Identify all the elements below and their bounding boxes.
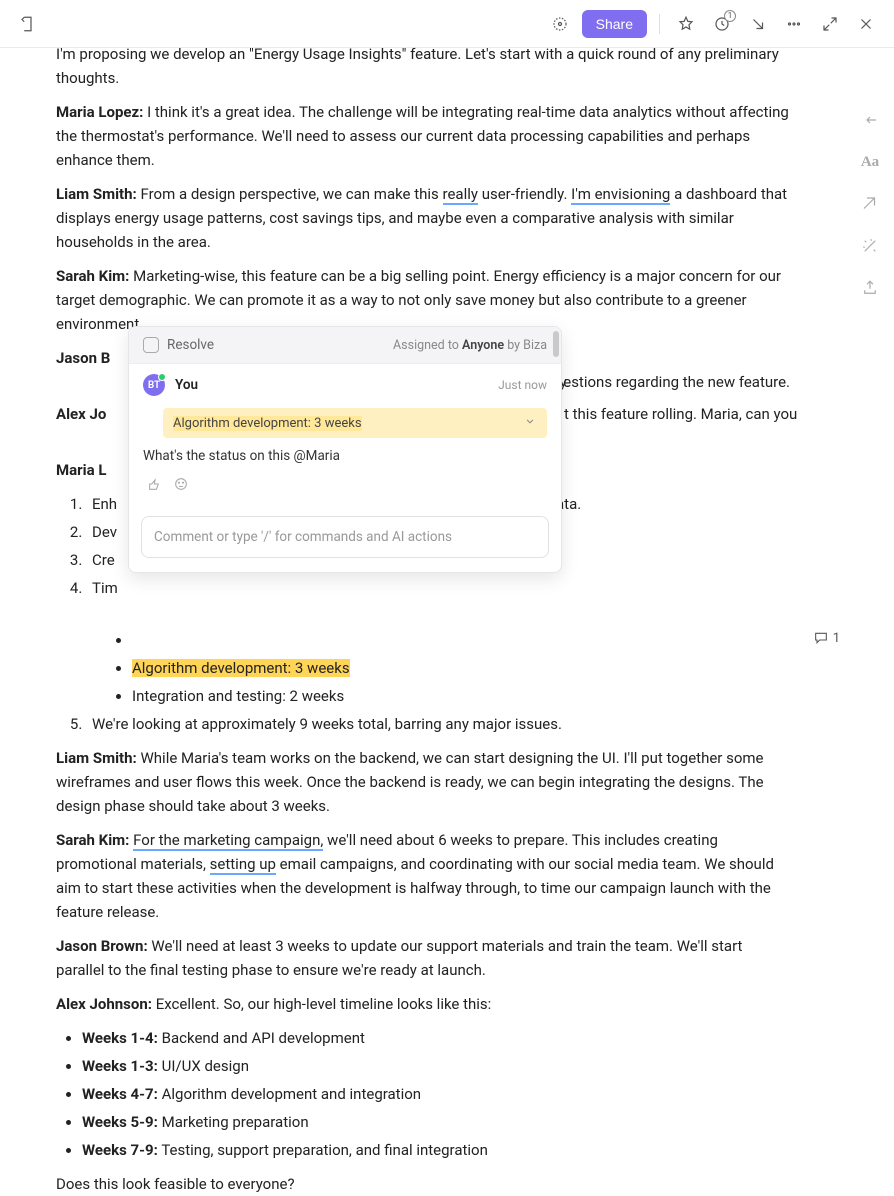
list-item: Weeks 1-3: UI/UX design (82, 1054, 790, 1078)
speaker-name: Alex Johnson: (56, 995, 152, 1013)
checkbox-icon[interactable] (143, 337, 159, 353)
list-item (132, 628, 790, 652)
resolve-label: Resolve (167, 337, 214, 353)
comment-popover: Resolve Assigned to Anyone by Biza BT Yo… (128, 326, 562, 573)
star-icon[interactable] (672, 10, 700, 38)
magic-icon[interactable] (858, 234, 882, 258)
speaker-name: Maria L (56, 461, 107, 479)
highlighted-text[interactable]: Algorithm development: 3 weeks (132, 659, 350, 677)
comment-author: You (175, 377, 198, 393)
comment-quote[interactable]: Algorithm development: 3 weeks (163, 408, 547, 438)
document-body: I'm proposing we develop an "Energy Usag… (0, 48, 846, 1167)
paragraph: Alex Johnson: Excellent. So, our high-le… (56, 992, 790, 1016)
underlined-text: For the marketing campaign, (133, 831, 323, 851)
speaker-name: Liam Smith: (56, 749, 137, 767)
speaker-name: Maria Lopez: (56, 103, 143, 121)
list-item: Tim Algorithm development: 3 weeks Integ… (86, 576, 790, 708)
speaker-name: Liam Smith: (56, 185, 137, 203)
divider (659, 14, 660, 34)
indent-icon[interactable] (858, 108, 882, 132)
timeline-list: Weeks 1-4: Backend and API development W… (56, 1026, 790, 1162)
target-icon[interactable] (546, 10, 574, 38)
thumbs-up-icon[interactable] (145, 476, 161, 496)
speaker-name: Jason Brown: (56, 937, 148, 955)
list-item: Weeks 7-9: Testing, support preparation,… (82, 1138, 790, 1162)
speaker-name: Alex Jo (56, 405, 106, 423)
speaker-name: Jason B (56, 349, 110, 367)
list-item: We're looking at approximately 9 weeks t… (86, 712, 790, 736)
underlined-text: I'm envisioning (571, 185, 670, 205)
underlined-text: setting up (210, 855, 276, 875)
list-item: Weeks 4-7: Algorithm development and int… (82, 1082, 790, 1106)
comment-message: What's the status on this @Maria (143, 448, 547, 464)
comment-marker[interactable]: 1 (813, 630, 840, 646)
paragraph: Jason Brown: We'll need at least 3 weeks… (56, 934, 790, 982)
sub-list: Algorithm development: 3 weeks Integrati… (92, 628, 790, 708)
resolve-checkbox[interactable]: Resolve (143, 337, 214, 353)
typography-icon[interactable]: Aa (858, 150, 882, 174)
clock-icon[interactable]: 1 (708, 10, 736, 38)
quote-text: Algorithm development: 3 weeks (173, 416, 362, 431)
scrollbar[interactable] (553, 331, 559, 357)
presence-dot (158, 373, 166, 381)
page-menu-icon[interactable] (14, 10, 42, 38)
list-item: Algorithm development: 3 weeks (132, 656, 790, 680)
paragraph: Does this look feasible to everyone? (56, 1172, 790, 1196)
download-icon[interactable] (744, 10, 772, 38)
assignment-label[interactable]: Assigned to Anyone by Biza (393, 338, 547, 353)
more-icon[interactable] (780, 10, 808, 38)
avatar: BT (143, 374, 165, 396)
comment-header: Resolve Assigned to Anyone by Biza (129, 327, 561, 364)
comment-timestamp: Just now (498, 378, 547, 392)
chevron-down-icon[interactable] (523, 414, 537, 432)
right-rail: Aa (846, 48, 894, 300)
share-button[interactable]: Share (582, 10, 647, 38)
close-icon[interactable] (852, 10, 880, 38)
clock-badge: 1 (724, 10, 736, 22)
comment-count: 1 (833, 631, 840, 646)
paragraph: Maria Lopez: I think it's a great idea. … (56, 100, 790, 172)
paragraph: Liam Smith: From a design perspective, w… (56, 182, 790, 254)
expand-icon[interactable] (816, 10, 844, 38)
speaker-name: Sarah Kim: (56, 267, 129, 285)
emoji-icon[interactable] (173, 476, 189, 496)
paragraph: Sarah Kim: For the marketing campaign, w… (56, 828, 790, 924)
export-icon[interactable] (858, 276, 882, 300)
list-item: Weeks 5-9: Marketing preparation (82, 1110, 790, 1134)
paragraph: I'm proposing we develop an "Energy Usag… (56, 42, 790, 90)
underlined-text: really (443, 185, 478, 205)
speaker-name: Sarah Kim: (56, 831, 129, 849)
paragraph: Liam Smith: While Maria's team works on … (56, 746, 790, 818)
list-item: Weeks 1-4: Backend and API development (82, 1026, 790, 1050)
top-toolbar: Share 1 (0, 0, 894, 48)
comment-input[interactable]: Comment or type '/' for commands and AI … (141, 516, 549, 558)
automation-icon[interactable] (858, 192, 882, 216)
list-item: Integration and testing: 2 weeks (132, 684, 790, 708)
